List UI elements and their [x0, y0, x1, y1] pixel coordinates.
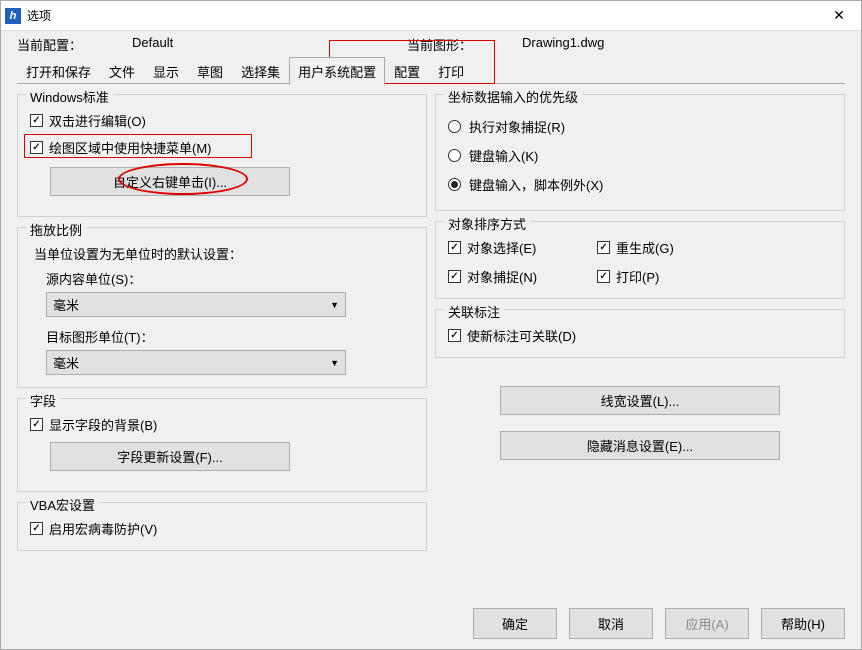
group-assoc-dim: 关联标注 使新标注可关联(D) [435, 309, 845, 358]
tab-file[interactable]: 文件 [100, 57, 144, 85]
current-drawing-value: Drawing1.dwg [522, 35, 604, 54]
tabs: 打开和保存 文件 显示 草图 选择集 用户系统配置 配置 打印 [1, 56, 861, 84]
label-target-unit: 目标图形单位(T)： [46, 327, 414, 346]
footer: 确定 取消 应用(A) 帮助(H) [1, 598, 861, 649]
apply-button[interactable]: 应用(A) [665, 608, 749, 639]
chevron-down-icon: ▼ [330, 300, 339, 310]
group-title: 拖放比例 [26, 220, 86, 239]
tab-selection[interactable]: 选择集 [232, 57, 289, 85]
radio-osnap[interactable] [448, 120, 461, 133]
cancel-button[interactable]: 取消 [569, 608, 653, 639]
checkbox-make-assoc[interactable] [448, 329, 461, 342]
group-title: 字段 [26, 391, 60, 410]
label-virus-protect: 启用宏病毒防护(V) [49, 519, 157, 538]
app-icon: h [5, 8, 21, 24]
ok-button[interactable]: 确定 [473, 608, 557, 639]
group-drag-scale: 拖放比例 当单位设置为无单位时的默认设置： 源内容单位(S)： 毫米 ▼ 目标图… [17, 227, 427, 388]
label-drag-desc: 当单位设置为无单位时的默认设置： [34, 244, 414, 263]
checkbox-dblclick-edit[interactable] [30, 114, 43, 127]
chevron-down-icon: ▼ [330, 358, 339, 368]
label-obj-osnap: 对象捕捉(N) [467, 267, 537, 286]
label-obj-select: 对象选择(E) [467, 238, 536, 257]
group-title: 对象排序方式 [444, 214, 530, 233]
checkbox-show-field-bg[interactable] [30, 418, 43, 431]
group-vba: VBA宏设置 启用宏病毒防护(V) [17, 502, 427, 551]
group-windows-standard: Windows标准 双击进行编辑(O) 绘图区域中使用快捷菜单(M) 自定义右键… [17, 94, 427, 217]
label-print: 打印(P) [616, 267, 659, 286]
window-title: 选项 [27, 7, 817, 24]
config-row: 当前配置： Default 当前图形： Drawing1.dwg [1, 31, 861, 56]
select-target-unit[interactable]: 毫米 ▼ [46, 350, 346, 375]
label-make-assoc: 使新标注可关联(D) [467, 326, 576, 345]
group-title: VBA宏设置 [26, 495, 99, 514]
tab-sketch[interactable]: 草图 [188, 57, 232, 85]
button-lineweight-settings[interactable]: 线宽设置(L)... [500, 386, 780, 415]
current-drawing-label: 当前图形： [407, 35, 472, 54]
close-icon[interactable]: ✕ [817, 1, 861, 31]
group-title: Windows标准 [26, 87, 113, 106]
label-keyboard: 键盘输入(K) [469, 146, 538, 165]
group-title: 关联标注 [444, 302, 504, 321]
select-source-unit[interactable]: 毫米 ▼ [46, 292, 346, 317]
button-field-update-settings[interactable]: 字段更新设置(F)... [50, 442, 290, 471]
select-value: 毫米 [53, 353, 79, 372]
label-shortcut-menu: 绘图区域中使用快捷菜单(M) [49, 138, 212, 157]
tab-print[interactable]: 打印 [429, 57, 473, 85]
checkbox-obj-select[interactable] [448, 241, 461, 254]
checkbox-virus-protect[interactable] [30, 522, 43, 535]
checkbox-obj-osnap[interactable] [448, 270, 461, 283]
tab-display[interactable]: 显示 [144, 57, 188, 85]
label-show-field-bg: 显示字段的背景(B) [49, 415, 157, 434]
checkbox-shortcut-menu[interactable] [30, 141, 43, 154]
select-value: 毫米 [53, 295, 79, 314]
tab-profile[interactable]: 配置 [385, 57, 429, 85]
group-fields: 字段 显示字段的背景(B) 字段更新设置(F)... [17, 398, 427, 492]
button-hidden-msg-settings[interactable]: 隐藏消息设置(E)... [500, 431, 780, 460]
checkbox-print[interactable] [597, 270, 610, 283]
tab-open-save[interactable]: 打开和保存 [17, 57, 100, 85]
group-title: 坐标数据输入的优先级 [444, 87, 582, 106]
checkbox-regen[interactable] [597, 241, 610, 254]
radio-keyboard-except-script[interactable] [448, 178, 461, 191]
titlebar: h 选项 ✕ [1, 1, 861, 31]
label-dblclick-edit: 双击进行编辑(O) [49, 111, 146, 130]
label-source-unit: 源内容单位(S)： [46, 269, 414, 288]
label-regen: 重生成(G) [616, 238, 674, 257]
radio-keyboard[interactable] [448, 149, 461, 162]
group-coord-priority: 坐标数据输入的优先级 执行对象捕捉(R) 键盘输入(K) 键盘输入，脚本例外(X… [435, 94, 845, 211]
label-osnap: 执行对象捕捉(R) [469, 117, 565, 136]
group-obj-sort: 对象排序方式 对象选择(E) 对象捕捉(N) [435, 221, 845, 299]
help-button[interactable]: 帮助(H) [761, 608, 845, 639]
button-custom-rclick[interactable]: 自定义右键单击(I)... [50, 167, 290, 196]
tab-user-sys-config[interactable]: 用户系统配置 [289, 57, 385, 85]
current-config-label: 当前配置： [17, 35, 82, 54]
current-config-value: Default [132, 35, 173, 54]
label-keyboard-except-script: 键盘输入，脚本例外(X) [469, 175, 603, 194]
